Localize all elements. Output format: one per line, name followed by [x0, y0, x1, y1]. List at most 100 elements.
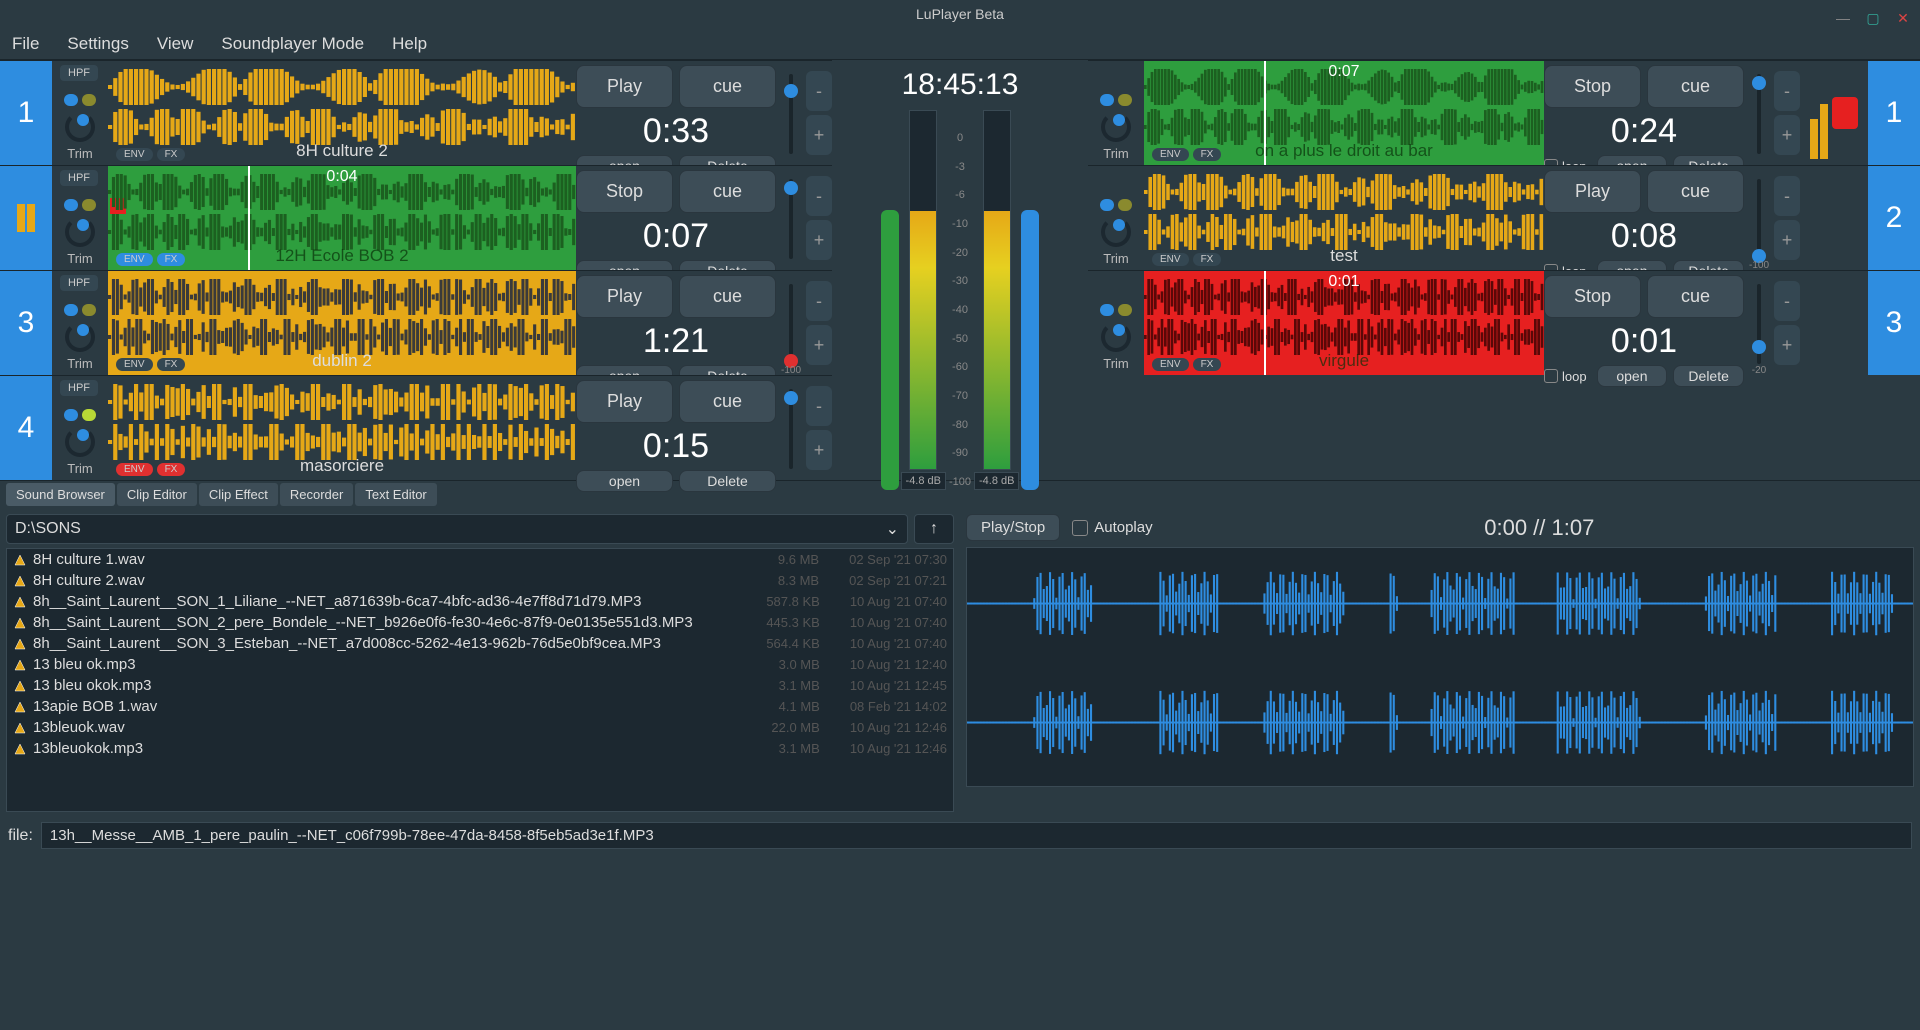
- tab-sound-browser[interactable]: Sound Browser: [6, 483, 115, 506]
- volume-slider[interactable]: -100: [776, 271, 806, 376]
- menu-file[interactable]: File: [12, 34, 39, 54]
- play-stop-button[interactable]: Play: [576, 65, 673, 108]
- step-minus[interactable]: -: [1774, 281, 1800, 321]
- trim-knob[interactable]: [65, 322, 95, 352]
- cart-number[interactable]: 1: [1868, 61, 1920, 165]
- cue-button[interactable]: cue: [679, 380, 776, 423]
- volume-slider[interactable]: [1744, 61, 1774, 166]
- file-row[interactable]: 8h__Saint_Laurent__SON_2_pere_Bondele_--…: [7, 612, 953, 633]
- file-row[interactable]: 13bleuokok.mp3 3.1 MB10 Aug '21 12:46: [7, 738, 953, 759]
- preview-waveform[interactable]: [966, 547, 1914, 787]
- cue-button[interactable]: cue: [679, 275, 776, 318]
- delete-button[interactable]: Delete: [679, 470, 776, 492]
- cart-number[interactable]: 2: [1868, 166, 1920, 270]
- volume-slider[interactable]: [776, 166, 806, 271]
- cue-button[interactable]: cue: [679, 170, 776, 213]
- file-row[interactable]: 13apie BOB 1.wav 4.1 MB08 Feb '21 14:02: [7, 696, 953, 717]
- autoplay-toggle[interactable]: Autoplay: [1072, 519, 1152, 536]
- loop-toggle[interactable]: loop: [1544, 369, 1587, 384]
- step-plus[interactable]: +: [806, 115, 832, 155]
- tab-clip-effect[interactable]: Clip Effect: [199, 483, 278, 506]
- tab-recorder[interactable]: Recorder: [280, 483, 353, 506]
- file-input[interactable]: 13h__Messe__AMB_1_pere_paulin_--NET_c06f…: [41, 822, 1912, 849]
- tick-label: -40: [948, 304, 972, 316]
- volume-slider[interactable]: -100: [1744, 166, 1774, 271]
- cart-number[interactable]: [0, 166, 52, 270]
- step-plus[interactable]: +: [806, 430, 832, 470]
- cart-number[interactable]: 4: [0, 376, 52, 480]
- menu-settings[interactable]: Settings: [67, 34, 128, 54]
- play-stop-button[interactable]: Stop: [576, 170, 673, 213]
- hpf-button[interactable]: HPF: [60, 275, 98, 291]
- step-minus[interactable]: -: [806, 176, 832, 216]
- delete-button[interactable]: Delete: [1673, 365, 1744, 387]
- step-plus[interactable]: +: [1774, 325, 1800, 365]
- step-minus[interactable]: -: [1774, 176, 1800, 216]
- cart-number[interactable]: 3: [0, 271, 52, 375]
- menu-view[interactable]: View: [157, 34, 194, 54]
- cue-button[interactable]: cue: [1647, 170, 1744, 213]
- cue-button[interactable]: cue: [1647, 65, 1744, 108]
- file-list[interactable]: 8H culture 1.wav 9.6 MB02 Sep '21 07:30 …: [6, 548, 954, 812]
- trim-knob[interactable]: [65, 217, 95, 247]
- play-stop-button[interactable]: Play: [1544, 170, 1641, 213]
- waveform[interactable]: ENV FX masorciere: [108, 376, 576, 480]
- play-stop-button[interactable]: Stop: [1544, 65, 1641, 108]
- volume-slider[interactable]: [776, 61, 806, 166]
- play-stop-button[interactable]: Stop: [1544, 275, 1641, 318]
- meter-1-db: -4.8 dB: [901, 472, 946, 490]
- hpf-button[interactable]: HPF: [60, 380, 98, 396]
- step-minus[interactable]: -: [806, 281, 832, 321]
- up-button[interactable]: ↑: [914, 514, 954, 544]
- cart-number[interactable]: 1: [0, 61, 52, 165]
- cue-button[interactable]: cue: [679, 65, 776, 108]
- file-row[interactable]: 13bleuok.wav 22.0 MB10 Aug '21 12:46: [7, 717, 953, 738]
- tab-clip-editor[interactable]: Clip Editor: [117, 483, 197, 506]
- file-row[interactable]: 13 bleu okok.mp3 3.1 MB10 Aug '21 12:45: [7, 675, 953, 696]
- waveform[interactable]: 0:04 ENV FX 12H Ecole BOB 2: [108, 166, 576, 270]
- trim-label: Trim: [1103, 356, 1129, 371]
- waveform[interactable]: ENV FX dublin 2: [108, 271, 576, 375]
- autoplay-checkbox[interactable]: [1072, 520, 1088, 536]
- volume-slider[interactable]: -20: [1744, 271, 1774, 376]
- file-row[interactable]: 13 bleu ok.mp3 3.0 MB10 Aug '21 12:40: [7, 654, 953, 675]
- maximize-icon[interactable]: ▢: [1864, 4, 1882, 22]
- open-button[interactable]: open: [1597, 365, 1668, 387]
- waveform[interactable]: 0:07 ENV FX on a plus le droit au bar: [1144, 61, 1544, 165]
- cue-button[interactable]: cue: [1647, 275, 1744, 318]
- hpf-button[interactable]: HPF: [60, 65, 98, 81]
- preview-play-stop-button[interactable]: Play/Stop: [966, 514, 1060, 541]
- play-stop-button[interactable]: Play: [576, 380, 673, 423]
- step-minus[interactable]: -: [806, 386, 832, 426]
- open-button[interactable]: open: [576, 470, 673, 492]
- waveform[interactable]: ENV FX 8H culture 2: [108, 61, 576, 165]
- trim-knob[interactable]: [1101, 322, 1131, 352]
- step-plus[interactable]: +: [806, 325, 832, 365]
- file-row[interactable]: 8H culture 1.wav 9.6 MB02 Sep '21 07:30: [7, 549, 953, 570]
- step-plus[interactable]: +: [1774, 115, 1800, 155]
- waveform[interactable]: 0:01 ENV FX virgule: [1144, 271, 1544, 375]
- hpf-button[interactable]: HPF: [60, 170, 98, 186]
- waveform[interactable]: ENV FX test: [1144, 166, 1544, 270]
- step-plus[interactable]: +: [1774, 220, 1800, 260]
- minimize-icon[interactable]: —: [1834, 4, 1852, 22]
- trim-knob[interactable]: [1101, 112, 1131, 142]
- menu-help[interactable]: Help: [392, 34, 427, 54]
- menu-soundplayer-mode[interactable]: Soundplayer Mode: [221, 34, 364, 54]
- file-row[interactable]: 8H culture 2.wav 8.3 MB02 Sep '21 07:21: [7, 570, 953, 591]
- volume-slider[interactable]: [776, 376, 806, 481]
- play-stop-button[interactable]: Play: [576, 275, 673, 318]
- file-row[interactable]: 8h__Saint_Laurent__SON_1_Liliane_--NET_a…: [7, 591, 953, 612]
- step-minus[interactable]: -: [1774, 71, 1800, 111]
- cart-number[interactable]: 3: [1868, 271, 1920, 375]
- path-dropdown[interactable]: D:\SONS ⌄: [6, 514, 908, 544]
- trim-knob[interactable]: [1101, 217, 1131, 247]
- file-row[interactable]: 8h__Saint_Laurent__SON_3_Esteban_--NET_a…: [7, 633, 953, 654]
- tab-text-editor[interactable]: Text Editor: [355, 483, 436, 506]
- step-minus[interactable]: -: [806, 71, 832, 111]
- trim-knob[interactable]: [65, 427, 95, 457]
- trim-knob[interactable]: [65, 112, 95, 142]
- step-plus[interactable]: +: [806, 220, 832, 260]
- close-icon[interactable]: ✕: [1894, 4, 1912, 22]
- tick-label: -70: [948, 390, 972, 402]
